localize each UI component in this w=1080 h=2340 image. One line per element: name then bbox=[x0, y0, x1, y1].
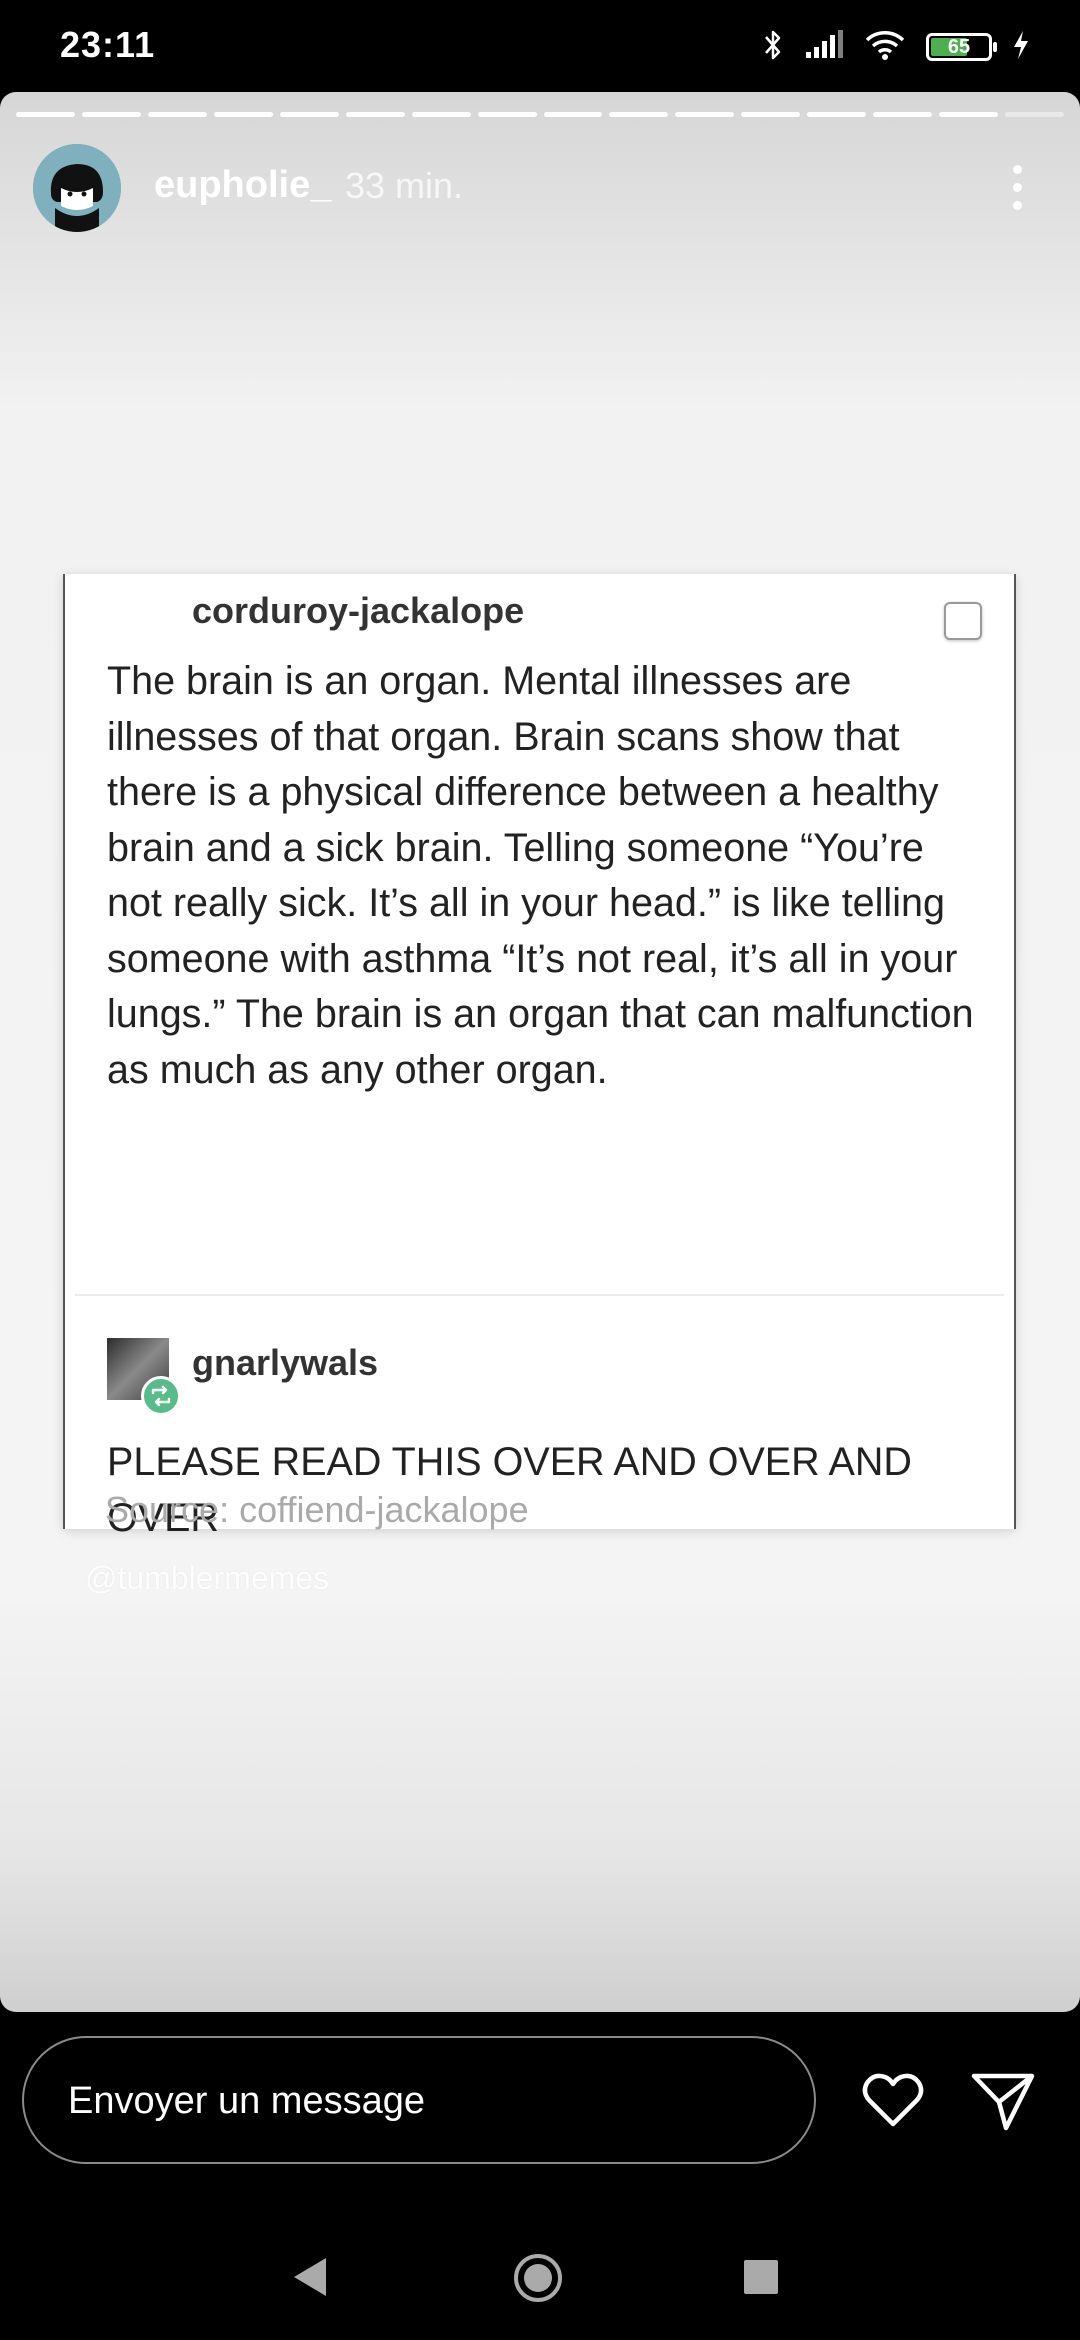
story-progress-segment bbox=[939, 112, 999, 117]
battery-level: 65 bbox=[947, 35, 971, 58]
message-input[interactable]: Envoyer un message bbox=[22, 2036, 816, 2164]
more-dot bbox=[1012, 200, 1022, 210]
charging-icon bbox=[1012, 30, 1030, 65]
divider bbox=[75, 1294, 1004, 1296]
message-input-placeholder: Envoyer un message bbox=[68, 2080, 425, 2122]
story-viewer[interactable]: eupholie_ 33 min. corduroy-jackalope The… bbox=[0, 92, 1080, 2012]
post-text: The brain is an organ. Mental illnesses … bbox=[107, 659, 974, 1092]
avatar[interactable] bbox=[33, 144, 121, 232]
watermark: @tumblermemes bbox=[85, 1560, 330, 1596]
story-progress-segment bbox=[1005, 112, 1064, 117]
bluetooth-icon bbox=[762, 28, 784, 67]
story-progress-segment bbox=[741, 112, 801, 117]
story-progress-segment bbox=[477, 112, 537, 117]
back-icon[interactable] bbox=[290, 2254, 330, 2300]
story-reply-bar: Envoyer un message bbox=[0, 2012, 1080, 2340]
signal-icon bbox=[804, 29, 844, 65]
status-bar: 23:11 65 bbox=[0, 0, 1080, 92]
story-progress-segment bbox=[213, 112, 273, 117]
story-username[interactable]: eupholie_ bbox=[154, 164, 331, 207]
reblog-author: gnarlywals bbox=[192, 1342, 379, 1383]
story-progress-segment bbox=[543, 112, 603, 117]
reblog-icon bbox=[141, 1376, 181, 1416]
more-vertical-icon[interactable] bbox=[987, 152, 1047, 222]
heart-icon[interactable] bbox=[858, 2066, 928, 2136]
battery-icon: 65 bbox=[926, 33, 997, 61]
post-checkbox bbox=[944, 602, 982, 640]
story-progress-segment bbox=[147, 112, 207, 117]
status-icons: 65 bbox=[762, 26, 1030, 68]
story-progress-segment bbox=[675, 112, 735, 117]
send-icon[interactable] bbox=[968, 2066, 1038, 2136]
shared-post-card: corduroy-jackalope The brain is an organ… bbox=[63, 574, 1016, 1540]
story-header: eupholie_ 33 min. bbox=[33, 144, 1047, 234]
home-icon[interactable] bbox=[512, 2252, 564, 2304]
recents-icon[interactable] bbox=[744, 2260, 778, 2294]
post-author: corduroy-jackalope bbox=[192, 590, 525, 631]
more-dot bbox=[1012, 182, 1022, 192]
story-progress-segment bbox=[279, 112, 339, 117]
story-progress-segment bbox=[807, 112, 867, 117]
avatar-illustration bbox=[33, 144, 121, 232]
more-dot bbox=[1012, 164, 1022, 174]
system-navbar bbox=[0, 2232, 1080, 2332]
story-progress-segment bbox=[16, 112, 75, 117]
story-progress-segment bbox=[411, 112, 471, 117]
post-source: Source: coffiend-jackalope bbox=[105, 1489, 529, 1530]
wifi-icon bbox=[864, 29, 906, 66]
story-progress-segment bbox=[345, 112, 405, 117]
story-progress-segment bbox=[609, 112, 669, 117]
story-progress-bar bbox=[16, 112, 1064, 117]
status-time: 23:11 bbox=[60, 24, 156, 65]
story-time: 33 min. bbox=[345, 165, 464, 206]
story-progress-segment bbox=[81, 112, 141, 117]
story-progress-segment bbox=[873, 112, 933, 117]
